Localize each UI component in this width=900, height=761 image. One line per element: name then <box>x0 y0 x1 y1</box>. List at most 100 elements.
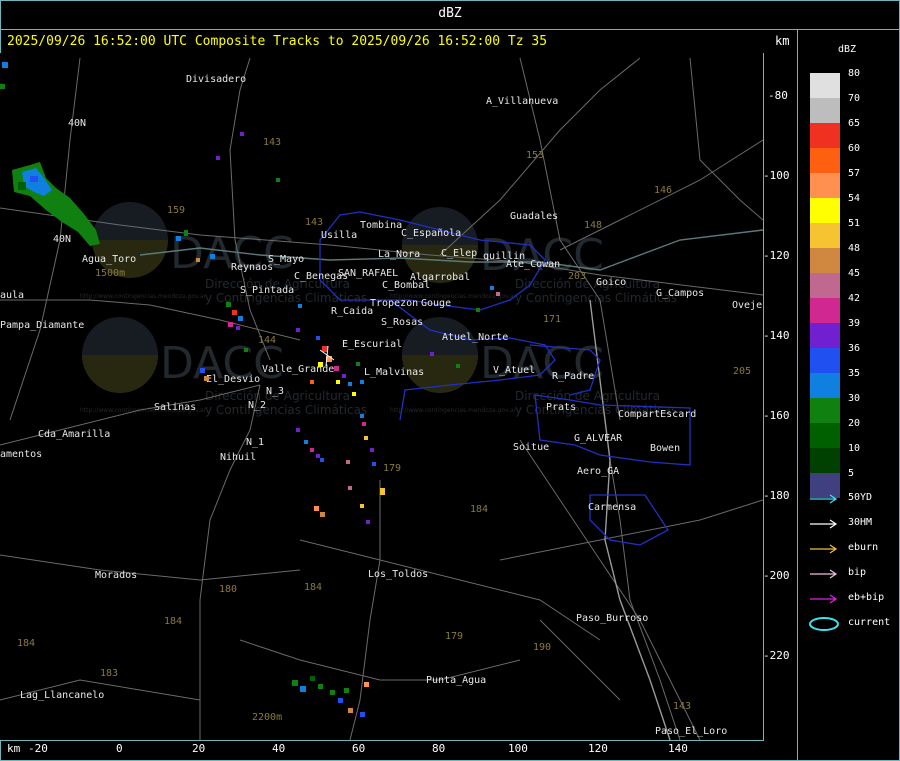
watermark-org-2a: Dirección de Agricultura <box>515 277 660 291</box>
svg-text:CompartEscard: CompartEscard <box>618 409 696 420</box>
svg-text:143: 143 <box>673 701 691 712</box>
svg-text:C_Elep: C_Elep <box>441 248 477 259</box>
track-legend-label: bip <box>848 567 867 578</box>
svg-text:171: 171 <box>543 314 561 325</box>
legend-swatch <box>810 273 840 298</box>
legend-value: 35 <box>848 368 861 379</box>
legend-value: 65 <box>848 118 861 129</box>
watermark-url-1: http://www.contingencias.mendoza.gov.ar <box>80 293 207 300</box>
x-tick: 20 <box>192 742 206 755</box>
svg-text:Aero_GA: Aero_GA <box>577 466 619 477</box>
svg-text:Paso_El_Loro: Paso_El_Loro <box>655 726 727 737</box>
y-tick: -220 <box>763 649 790 662</box>
svg-text:203: 203 <box>568 271 586 282</box>
track-legend-label: 50YD <box>848 492 873 503</box>
svg-text:Gouge: Gouge <box>421 298 451 309</box>
svg-text:180: 180 <box>219 584 237 595</box>
watermark-org-3b: y Contingencias Climáticas <box>205 403 367 417</box>
svg-text:Prats: Prats <box>546 402 576 413</box>
svg-text:184: 184 <box>304 582 322 593</box>
legend-value: 45 <box>848 268 861 279</box>
svg-text:143: 143 <box>305 217 323 228</box>
svg-text:L_Malvinas: L_Malvinas <box>364 367 424 378</box>
svg-text:Ate_Cowan: Ate_Cowan <box>506 259 560 270</box>
svg-text:C_Bombal: C_Bombal <box>382 280 430 291</box>
svg-text:V_Atuel: V_Atuel <box>493 365 535 376</box>
svg-text:40N: 40N <box>68 118 86 129</box>
x-tick: 60 <box>352 742 366 755</box>
legend-swatch <box>810 348 840 373</box>
svg-text:159: 159 <box>167 205 185 216</box>
legend-value: 51 <box>848 218 861 229</box>
legend-value: 80 <box>848 68 861 79</box>
legend-value: 57 <box>848 168 861 179</box>
y-tick: -100 <box>763 169 790 182</box>
legend-swatch <box>810 173 840 198</box>
arrow-icon <box>810 569 838 579</box>
svg-text:Tropezon: Tropezon <box>370 298 418 309</box>
svg-text:G_ALVEAR: G_ALVEAR <box>574 433 623 444</box>
legend-title: dBZ <box>838 44 857 55</box>
legend-value: 42 <box>848 293 861 304</box>
svg-text:Atuel_Norte: Atuel_Norte <box>442 332 508 343</box>
x-tick: 0 <box>116 742 123 755</box>
svg-text:Cda_Amarilla: Cda_Amarilla <box>38 429 110 440</box>
svg-text:El_Desvio: El_Desvio <box>206 374 260 385</box>
radar-map[interactable]: DACC Dirección de Agricultura y Continge… <box>0 53 768 741</box>
svg-text:179: 179 <box>383 463 401 474</box>
svg-text:Carmensa: Carmensa <box>588 502 636 513</box>
legend-swatch <box>810 298 840 323</box>
legend-swatch <box>810 223 840 248</box>
x-tick: 120 <box>588 742 608 755</box>
svg-text:1500m: 1500m <box>95 268 125 279</box>
svg-text:Nihuil: Nihuil <box>220 452 256 463</box>
svg-text:Morados: Morados <box>95 570 137 581</box>
svg-text:R_Caida: R_Caida <box>331 306 373 317</box>
legend-value: 48 <box>848 243 861 254</box>
svg-text:Salinas: Salinas <box>154 402 196 413</box>
legend-value: 30 <box>848 393 861 404</box>
x-tick: 100 <box>508 742 528 755</box>
x-tick: 80 <box>432 742 446 755</box>
ellipse-icon <box>809 617 839 631</box>
arrow-icon <box>810 544 838 554</box>
track-legend-label: eburn <box>848 542 879 553</box>
svg-text:Usilla: Usilla <box>321 230 357 241</box>
svg-text:183: 183 <box>100 668 118 679</box>
legend-swatch <box>810 248 840 273</box>
legend-value: 54 <box>848 193 861 204</box>
svg-text:Goico: Goico <box>596 277 626 288</box>
svg-text:A_Villanueva: A_Villanueva <box>486 96 558 107</box>
legend-separator <box>797 29 798 761</box>
svg-text:Guadales: Guadales <box>510 211 558 222</box>
legend-value: 60 <box>848 143 861 154</box>
svg-text:S_Pintada: S_Pintada <box>240 285 294 296</box>
svg-text:amentos: amentos <box>0 449 42 460</box>
km-unit-bottom: km <box>7 742 21 755</box>
legend-value: 10 <box>848 443 861 454</box>
legend-swatch <box>810 98 840 123</box>
svg-text:Pampa_Diamante: Pampa_Diamante <box>0 320 84 331</box>
svg-text:144: 144 <box>258 335 276 346</box>
svg-text:40N: 40N <box>53 234 71 245</box>
svg-text:Ovejer: Ovejer <box>732 300 763 311</box>
svg-text:N_1: N_1 <box>246 437 264 448</box>
legend-value: 39 <box>848 318 861 329</box>
legend-swatch <box>810 373 840 398</box>
legend-swatch <box>810 123 840 148</box>
arrow-icon <box>810 594 838 604</box>
svg-text:Bowen: Bowen <box>650 443 680 454</box>
x-tick: 40 <box>272 742 286 755</box>
svg-text:Lag_Llancanelo: Lag_Llancanelo <box>20 690 104 701</box>
svg-text:205: 205 <box>733 366 751 377</box>
track-legend-label: current <box>848 617 891 628</box>
y-tick: -120 <box>763 249 790 262</box>
svg-text:Tombina: Tombina <box>360 220 402 231</box>
svg-text:S_Mayo: S_Mayo <box>268 254 304 265</box>
svg-text:Paso_Burroso: Paso_Burroso <box>576 613 648 624</box>
svg-text:153: 153 <box>526 150 544 161</box>
svg-text:Reynaos: Reynaos <box>231 262 273 273</box>
legend-swatch <box>810 423 840 448</box>
watermark-org-2b: y Contingencias Climáticas <box>515 291 677 305</box>
svg-text:2200m: 2200m <box>252 712 282 723</box>
